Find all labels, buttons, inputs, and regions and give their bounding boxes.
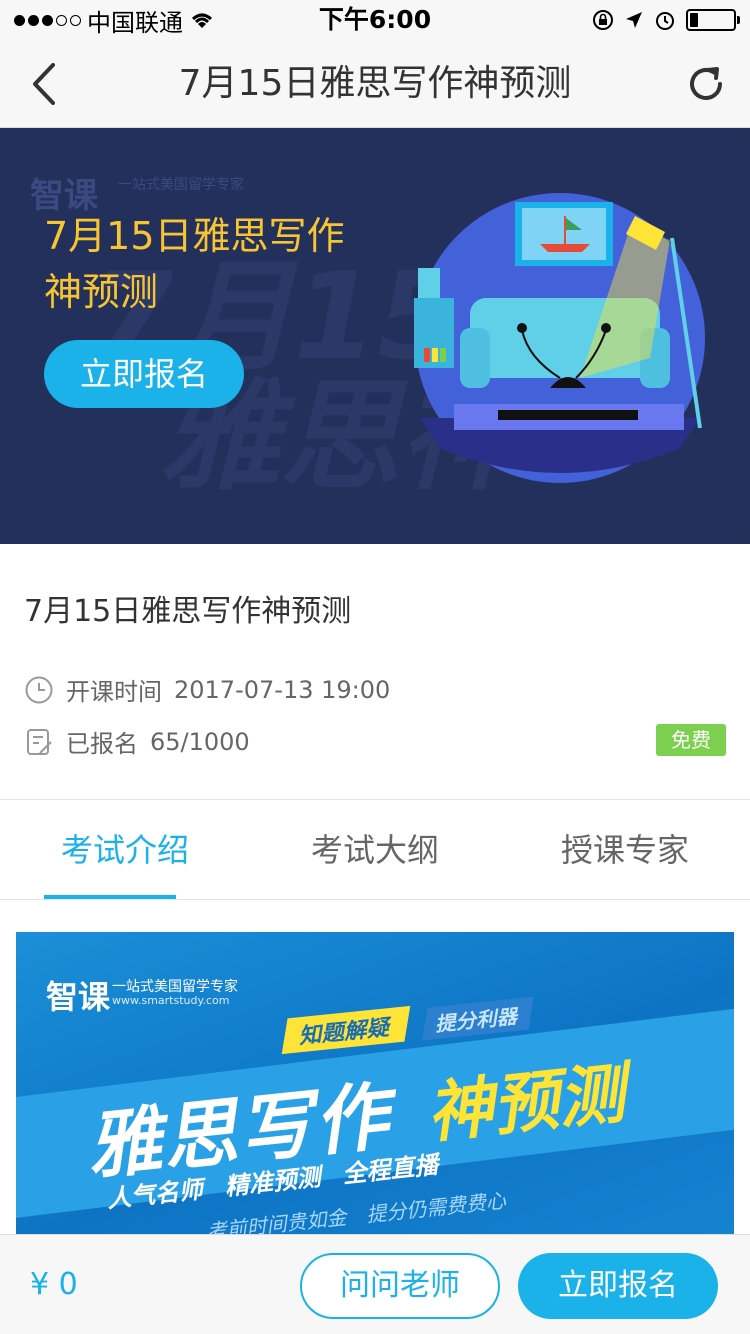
poster-logo-sub: 一站式美国留学专家 (112, 979, 238, 995)
course-info: 7月15日雅思写作神预测 开课时间 2017-07-13 19:00 已报名 6… (0, 544, 750, 800)
tab-experts[interactable]: 授课专家 (500, 800, 750, 899)
course-title: 7月15日雅思写作神预测 (24, 594, 352, 629)
nav-bar: 7月15日雅思写作神预测 (0, 40, 750, 128)
clock-icon (24, 675, 54, 705)
enroll-row: 已报名 65/1000 (24, 724, 250, 759)
enroll-button[interactable]: 立即报名 (518, 1253, 718, 1319)
poster-logo-url: www.smartstudy.com (112, 994, 230, 1007)
rotation-lock-icon (593, 10, 613, 30)
living-room-illustration (414, 193, 705, 483)
page-title: 7月15日雅思写作神预测 (178, 63, 572, 104)
poster-tag-yellow: 知题解疑 (281, 1005, 411, 1055)
poster-tag-blue: 提分利器 (422, 996, 534, 1041)
price-badge: 免费 (656, 724, 726, 756)
location-icon (626, 12, 642, 28)
refresh-button[interactable] (676, 54, 736, 114)
chevron-left-icon (33, 63, 55, 105)
hero-enroll-button[interactable]: 立即报名 (44, 340, 244, 408)
ask-teacher-button[interactable]: 问问老师 (300, 1253, 500, 1319)
bottom-bar: ¥ 0 问问老师 立即报名 (0, 1234, 750, 1334)
status-right (592, 0, 740, 40)
enroll-label: 已报名 (66, 730, 138, 758)
hero-logo-sub: 一站式美国留学专家 (118, 177, 244, 193)
alarm-icon (656, 12, 674, 30)
price-label: ¥ 0 (30, 1267, 78, 1302)
enroll-count: 65/1000 (150, 727, 250, 756)
tab-exam-intro[interactable]: 考试介绍 (0, 800, 250, 899)
status-bar: 中国联通 下午6:00 (0, 0, 750, 40)
hero-title: 7月15日雅思写作神预测 (44, 214, 345, 314)
battery-icon (686, 9, 740, 31)
start-time-label: 开课时间 (66, 678, 162, 706)
tab-exam-outline[interactable]: 考试大纲 (250, 800, 500, 899)
start-time-value: 2017-07-13 19:00 (174, 675, 391, 704)
edit-note-icon (24, 727, 54, 757)
refresh-icon (690, 67, 722, 100)
poster-logo: 智课 (46, 978, 111, 1016)
start-time-row: 开课时间 2017-07-13 19:00 (24, 672, 390, 707)
tab-bar: 考试介绍 考试大纲 授课专家 (0, 800, 750, 900)
back-button[interactable] (14, 54, 74, 114)
promo-poster: 智课 一站式美国留学专家 www.smartstudy.com 知题解疑 提分利… (16, 932, 734, 1234)
hero-banner[interactable]: 7月15日 雅思神 智课 一站式美国留学专家 7月15日雅思写作神预测 立即报名 (0, 128, 750, 544)
